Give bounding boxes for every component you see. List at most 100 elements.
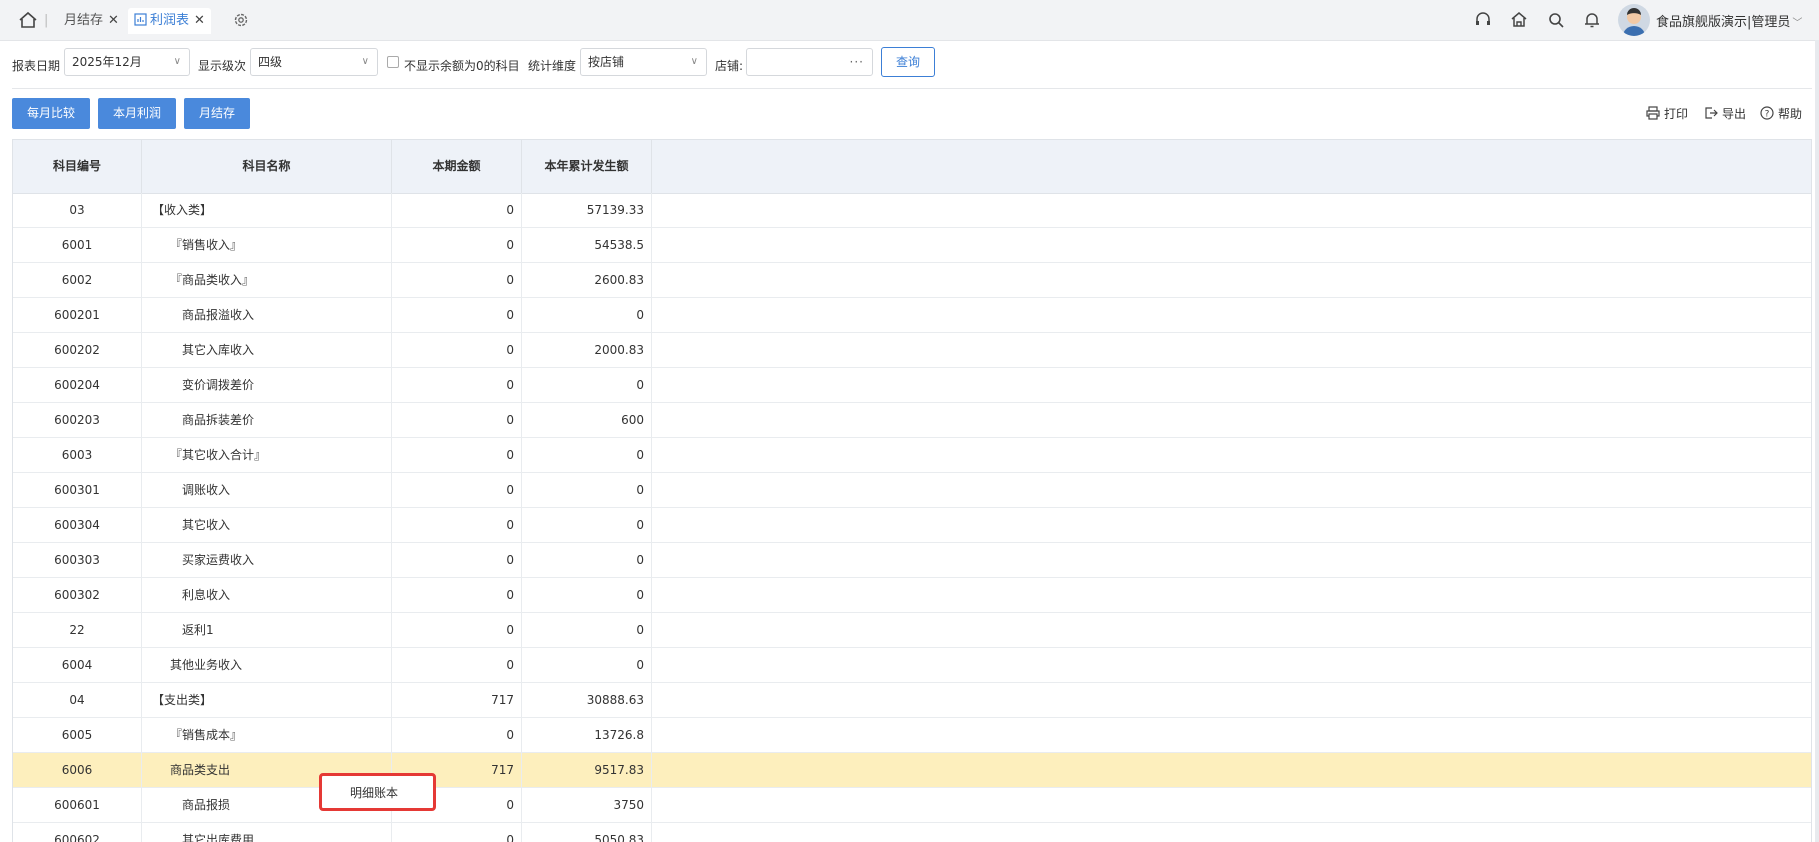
table-row[interactable]: 600202 其它入库收入 0 2000.83 <box>13 333 1811 368</box>
cell-name: 【收入类】 <box>142 193 392 227</box>
store-picker[interactable]: ··· <box>746 48 873 76</box>
cell-amount: 0 <box>392 613 522 647</box>
cell-ytd: 0 <box>522 438 652 472</box>
tab-separator: | <box>44 13 49 28</box>
cell-amount: 0 <box>392 718 522 752</box>
cell-code: 600304 <box>13 508 142 542</box>
context-menu: 明细账本 <box>319 773 436 811</box>
cell-code: 600204 <box>13 368 142 402</box>
cell-code: 6003 <box>13 438 142 472</box>
table-row[interactable]: 6003 『其它收入合计』 0 0 <box>13 438 1811 473</box>
more-icon[interactable]: ··· <box>850 49 864 75</box>
table-row[interactable]: 600303 买家运费收入 0 0 <box>13 543 1811 578</box>
table-row[interactable]: 6001 『销售收入』 0 54538.5 <box>13 228 1811 263</box>
headset-icon[interactable] <box>1474 11 1492 29</box>
cell-amount: 0 <box>392 403 522 437</box>
cell-ytd: 600 <box>522 403 652 437</box>
cell-amount: 0 <box>392 228 522 262</box>
close-icon[interactable]: ✕ <box>108 13 119 28</box>
cell-ytd: 2000.83 <box>522 333 652 367</box>
export-button[interactable]: 导出 <box>1704 105 1746 122</box>
cell-amount: 0 <box>392 193 522 227</box>
context-menu-item-detail-ledger[interactable]: 明细账本 <box>350 784 398 801</box>
cell-amount: 0 <box>392 543 522 577</box>
cell-amount: 0 <box>392 648 522 682</box>
search-icon[interactable] <box>1547 11 1565 29</box>
month-end-button[interactable]: 月结存 <box>184 98 250 129</box>
dimension-select[interactable]: 按店铺 ∨ <box>580 48 707 76</box>
cell-code: 6002 <box>13 263 142 297</box>
cell-ytd: 9517.83 <box>522 753 652 787</box>
cell-name: 买家运费收入 <box>142 543 392 577</box>
divider <box>12 88 1812 89</box>
table-row[interactable]: 600203 商品拆装差价 0 600 <box>13 403 1811 438</box>
header-name[interactable]: 科目名称 <box>142 140 392 193</box>
cell-code: 600202 <box>13 333 142 367</box>
table-row[interactable]: 600302 利息收入 0 0 <box>13 578 1811 613</box>
home-icon[interactable] <box>18 11 38 29</box>
cell-ytd: 0 <box>522 648 652 682</box>
cell-name: 『其它收入合计』 <box>142 438 392 472</box>
table-row[interactable]: 03 【收入类】 0 57139.33 <box>13 193 1811 228</box>
table-row[interactable]: 6006 商品类支出 717 9517.83 <box>13 753 1811 788</box>
avatar[interactable] <box>1618 4 1650 36</box>
cell-name: 商品拆装差价 <box>142 403 392 437</box>
header-amount[interactable]: 本期金额 <box>392 140 522 193</box>
this-month-profit-button[interactable]: 本月利润 <box>98 98 176 129</box>
header-ytd[interactable]: 本年累计发生额 <box>522 140 652 193</box>
table-row[interactable]: 6004 其他业务收入 0 0 <box>13 648 1811 683</box>
help-icon: ? <box>1760 106 1774 120</box>
table-row[interactable]: 600304 其它收入 0 0 <box>13 508 1811 543</box>
dimension-value: 按店铺 <box>588 55 625 69</box>
cell-ytd: 5050.83 <box>522 823 652 842</box>
user-menu[interactable]: 食品旗舰版演示|管理员 ﹀ <box>1656 11 1802 30</box>
cell-code: 600203 <box>13 403 142 437</box>
cell-ytd: 3750 <box>522 788 652 822</box>
report-date-select[interactable]: 2025年12月 ∨ <box>64 48 190 76</box>
cell-code: 6005 <box>13 718 142 752</box>
table-row[interactable]: 04 【支出类】 717 30888.63 <box>13 683 1811 718</box>
cell-ytd: 0 <box>522 508 652 542</box>
store-icon[interactable] <box>1510 11 1528 29</box>
tab-month-end[interactable]: 月结存 ✕ <box>64 10 119 32</box>
table-row[interactable]: 600602 其它出库费用 0 5050.83 <box>13 823 1811 842</box>
level-select[interactable]: 四级 ∨ <box>250 48 378 76</box>
cell-code: 600601 <box>13 788 142 822</box>
cell-name: 其他业务收入 <box>142 648 392 682</box>
cell-ytd: 0 <box>522 543 652 577</box>
table-row[interactable]: 6005 『销售成本』 0 13726.8 <box>13 718 1811 753</box>
chevron-down-icon: ∨ <box>173 56 181 67</box>
table-row[interactable]: 22 返利1 0 0 <box>13 613 1811 648</box>
table-row[interactable]: 600301 调账收入 0 0 <box>13 473 1811 508</box>
help-button[interactable]: ? 帮助 <box>1760 105 1802 122</box>
report-icon <box>134 13 147 26</box>
print-button[interactable]: 打印 <box>1646 105 1688 122</box>
export-label: 导出 <box>1722 107 1747 121</box>
table-row[interactable]: 600204 变价调拨差价 0 0 <box>13 368 1811 403</box>
cell-amount: 0 <box>392 298 522 332</box>
bell-icon[interactable] <box>1583 11 1601 29</box>
cell-name: 调账收入 <box>142 473 392 507</box>
scrollbar[interactable] <box>1815 40 1819 842</box>
gear-icon[interactable] <box>232 11 250 29</box>
level-value: 四级 <box>258 55 283 69</box>
table-row[interactable]: 600601 商品报损 0 3750 <box>13 788 1811 823</box>
cell-ytd: 0 <box>522 298 652 332</box>
cell-name: 『销售收入』 <box>142 228 392 262</box>
chevron-down-icon: ∨ <box>690 56 698 67</box>
monthly-compare-button[interactable]: 每月比较 <box>12 98 90 129</box>
table-row[interactable]: 600201 商品报溢收入 0 0 <box>13 298 1811 333</box>
cell-code: 600302 <box>13 578 142 612</box>
tab-profit-statement[interactable]: 利润表 ✕ <box>128 8 211 34</box>
top-tab-bar: | 月结存 ✕ 利润表 ✕ 食品旗舰版演示|管理员 ﹀ <box>0 0 1819 41</box>
help-label: 帮助 <box>1778 107 1803 121</box>
close-icon[interactable]: ✕ <box>194 13 205 28</box>
cell-name: 其它收入 <box>142 508 392 542</box>
cell-name: 『销售成本』 <box>142 718 392 752</box>
query-button[interactable]: 查询 <box>881 47 935 77</box>
cell-amount: 0 <box>392 473 522 507</box>
cell-ytd: 54538.5 <box>522 228 652 262</box>
hide-zero-checkbox[interactable] <box>387 56 399 68</box>
header-code[interactable]: 科目编号 <box>13 140 142 193</box>
table-row[interactable]: 6002 『商品类收入』 0 2600.83 <box>13 263 1811 298</box>
